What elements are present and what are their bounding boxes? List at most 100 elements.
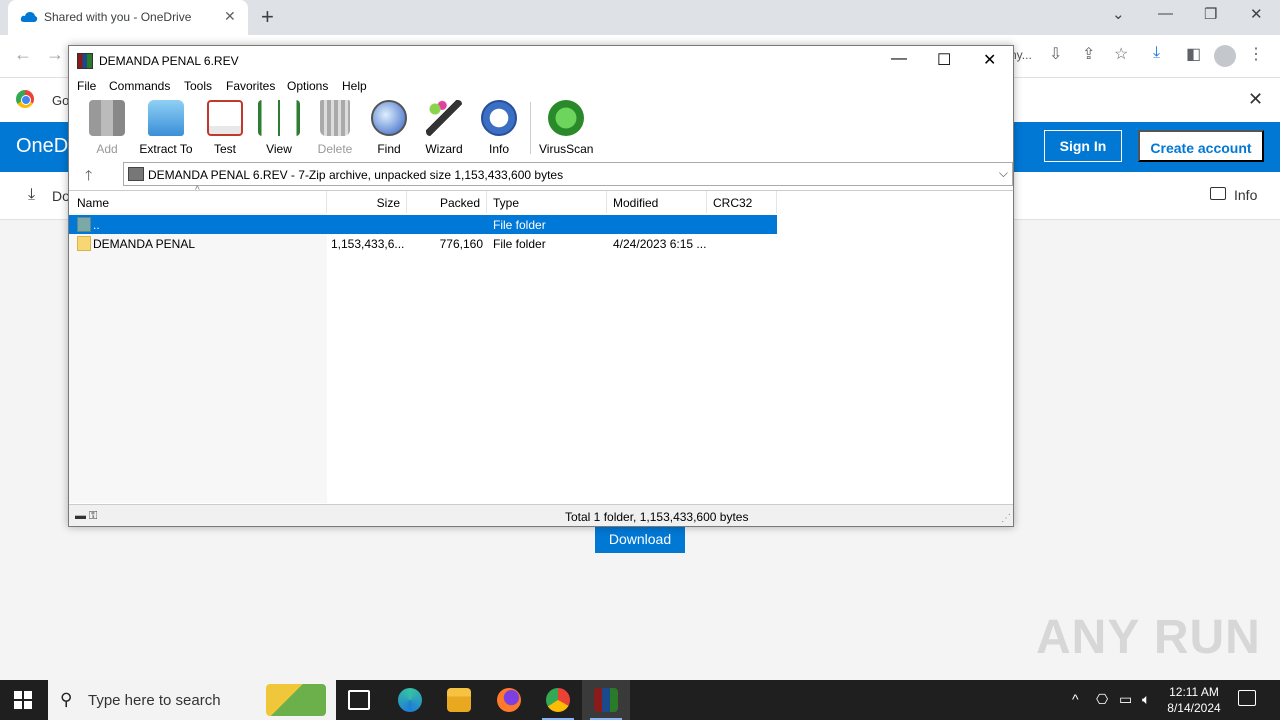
toolbar-extract-button[interactable]: Extract To — [137, 100, 195, 156]
toolbar-separator — [530, 102, 531, 154]
menu-help[interactable]: Help — [342, 79, 367, 93]
close-icon[interactable]: ✕ — [983, 50, 996, 70]
menu-favorites[interactable]: Favorites — [226, 79, 275, 93]
table-row[interactable]: .. File folder — [69, 215, 777, 234]
chrome-menu-icon[interactable]: ⋮ — [1248, 44, 1264, 64]
file-list: Name ^ Size Packed Type Modified CRC32 .… — [69, 185, 1013, 503]
winrar-titlebar: DEMANDA PENAL 6.REV — ☐ ✕ — [69, 46, 1013, 76]
tab-title: Shared with you - OneDrive — [44, 10, 192, 24]
clock-time: 12:11 AM — [1169, 685, 1219, 699]
toolbar-find-button[interactable]: Find — [369, 100, 409, 156]
info-pane-icon[interactable] — [1210, 187, 1226, 200]
column-header-type[interactable]: Type — [487, 191, 607, 213]
windows-start-icon[interactable] — [14, 691, 32, 709]
minimize-icon[interactable]: — — [1158, 5, 1173, 22]
parent-folder-icon — [77, 217, 91, 232]
menu-tools[interactable]: Tools — [184, 79, 212, 93]
tab-search-icon[interactable]: ⌄ — [1112, 5, 1125, 23]
browser-tab[interactable]: Shared with you - OneDrive ✕ — [8, 0, 248, 35]
chrome-logo-icon — [16, 90, 34, 108]
status-bar: ▬ ⚿ Total 1 folder, 1,153,433,600 bytes … — [69, 504, 1013, 526]
info-icon — [481, 100, 517, 136]
toolbar-test-button[interactable]: Test — [207, 100, 243, 156]
toolbar-add-button[interactable]: Add — [87, 100, 127, 156]
taskbar-search-box[interactable]: ⚲ Type here to search — [48, 680, 336, 720]
menu-options[interactable]: Options — [287, 79, 328, 93]
tray-overflow-icon[interactable]: ^ — [1072, 691, 1079, 707]
archive-path-field[interactable]: DEMANDA PENAL 6.REV - 7-Zip archive, unp… — [123, 162, 1013, 186]
share-icon[interactable]: ⇪ — [1082, 44, 1095, 64]
onedrive-brand[interactable]: OneD — [16, 135, 68, 158]
search-placeholder: Type here to search — [88, 692, 221, 709]
infobar-close-icon[interactable]: ✕ — [1248, 89, 1263, 110]
task-view-icon[interactable] — [348, 690, 370, 710]
delete-icon — [320, 100, 350, 136]
minimize-icon[interactable]: — — [891, 50, 907, 68]
toolbar-delete-button[interactable]: Delete — [315, 100, 355, 156]
archive-path-text: DEMANDA PENAL 6.REV - 7-Zip archive, unp… — [148, 168, 564, 182]
download-button[interactable]: Download — [595, 526, 685, 553]
menu-bar: File Commands Tools Favorites Options He… — [69, 76, 1013, 96]
menu-file[interactable]: File — [77, 79, 96, 93]
maximize-icon[interactable]: ☐ — [937, 50, 951, 70]
sort-caret-icon: ^ — [195, 185, 200, 196]
column-header-modified[interactable]: Modified — [607, 191, 707, 213]
chevron-down-icon[interactable]: ⌵ — [999, 166, 1008, 181]
resize-grip-icon[interactable]: ⋰ — [1001, 513, 1011, 524]
archive-icon — [128, 167, 144, 181]
column-header-name[interactable]: Name ^ — [69, 185, 327, 213]
folder-icon — [77, 236, 91, 251]
sign-in-button[interactable]: Sign In — [1044, 130, 1122, 162]
bookmark-star-icon[interactable]: ☆ — [1114, 44, 1128, 64]
winrar-icon[interactable] — [590, 688, 622, 720]
column-header-packed[interactable]: Packed — [407, 191, 487, 213]
wizard-icon — [426, 100, 462, 136]
watermark-logo: ANY RUN — [1036, 611, 1261, 664]
create-account-button[interactable]: Create account — [1138, 130, 1264, 162]
close-window-icon[interactable]: ✕ — [1250, 5, 1263, 23]
side-panel-icon[interactable]: ◧ — [1186, 44, 1201, 64]
tab-close-icon[interactable]: ✕ — [224, 8, 236, 25]
view-icon — [258, 100, 300, 136]
restore-icon[interactable]: ❐ — [1204, 5, 1217, 23]
up-folder-icon[interactable]: 🡑 — [85, 165, 92, 189]
toolbar-info-button[interactable]: Info — [479, 100, 519, 156]
test-icon — [207, 100, 243, 136]
tray-app-icon[interactable]: ⎔ — [1096, 691, 1108, 708]
winrar-toolbar: Add Extract To Test View Delete Find Wiz… — [69, 96, 1013, 158]
file-explorer-icon[interactable] — [447, 688, 471, 712]
new-tab-button[interactable]: + — [261, 4, 274, 30]
winrar-window: DEMANDA PENAL 6.REV — ☐ ✕ File Commands … — [68, 45, 1014, 527]
column-header-crc32[interactable]: CRC32 — [707, 191, 777, 213]
add-icon — [89, 100, 125, 136]
drive-key-icon[interactable]: ▬ ⚿ — [75, 510, 97, 523]
toolbar-view-button[interactable]: View — [257, 100, 301, 156]
downloads-icon[interactable]: ⤓ — [1153, 44, 1160, 62]
download-icon[interactable]: ⤓ — [28, 186, 35, 204]
table-row[interactable]: DEMANDA PENAL 1,153,433,6... 776,160 Fil… — [69, 234, 777, 253]
install-app-icon[interactable]: ⇩ — [1049, 44, 1062, 64]
toolbar-wizard-button[interactable]: Wizard — [423, 100, 465, 156]
window-title: DEMANDA PENAL 6.REV — [99, 54, 239, 68]
firefox-icon[interactable] — [497, 688, 521, 712]
column-header-size[interactable]: Size — [327, 191, 407, 213]
chrome-icon[interactable] — [542, 688, 574, 720]
menu-commands[interactable]: Commands — [109, 79, 170, 93]
search-icon: ⚲ — [60, 690, 73, 709]
toolbar-virusscan-button[interactable]: VirusScan — [539, 100, 593, 156]
command-info-label[interactable]: Info — [1234, 187, 1257, 203]
winrar-app-icon — [77, 53, 93, 69]
back-icon[interactable]: ← — [14, 44, 32, 65]
volume-icon[interactable]: 🔈︎ — [1142, 691, 1150, 708]
network-icon[interactable]: ▭ — [1119, 691, 1132, 708]
taskbar-clock[interactable]: 12:11 AM 8/14/2024 — [1160, 684, 1228, 716]
infobar-text: Go — [52, 93, 70, 108]
name-column-background — [69, 213, 327, 503]
notification-icon[interactable] — [1238, 690, 1256, 706]
extract-icon — [148, 100, 184, 136]
edge-icon[interactable] — [398, 688, 422, 712]
clock-date: 8/14/2024 — [1167, 701, 1221, 715]
profile-avatar-icon[interactable] — [1214, 45, 1236, 67]
forward-icon[interactable]: → — [46, 44, 64, 65]
status-text: Total 1 folder, 1,153,433,600 bytes — [565, 510, 749, 524]
